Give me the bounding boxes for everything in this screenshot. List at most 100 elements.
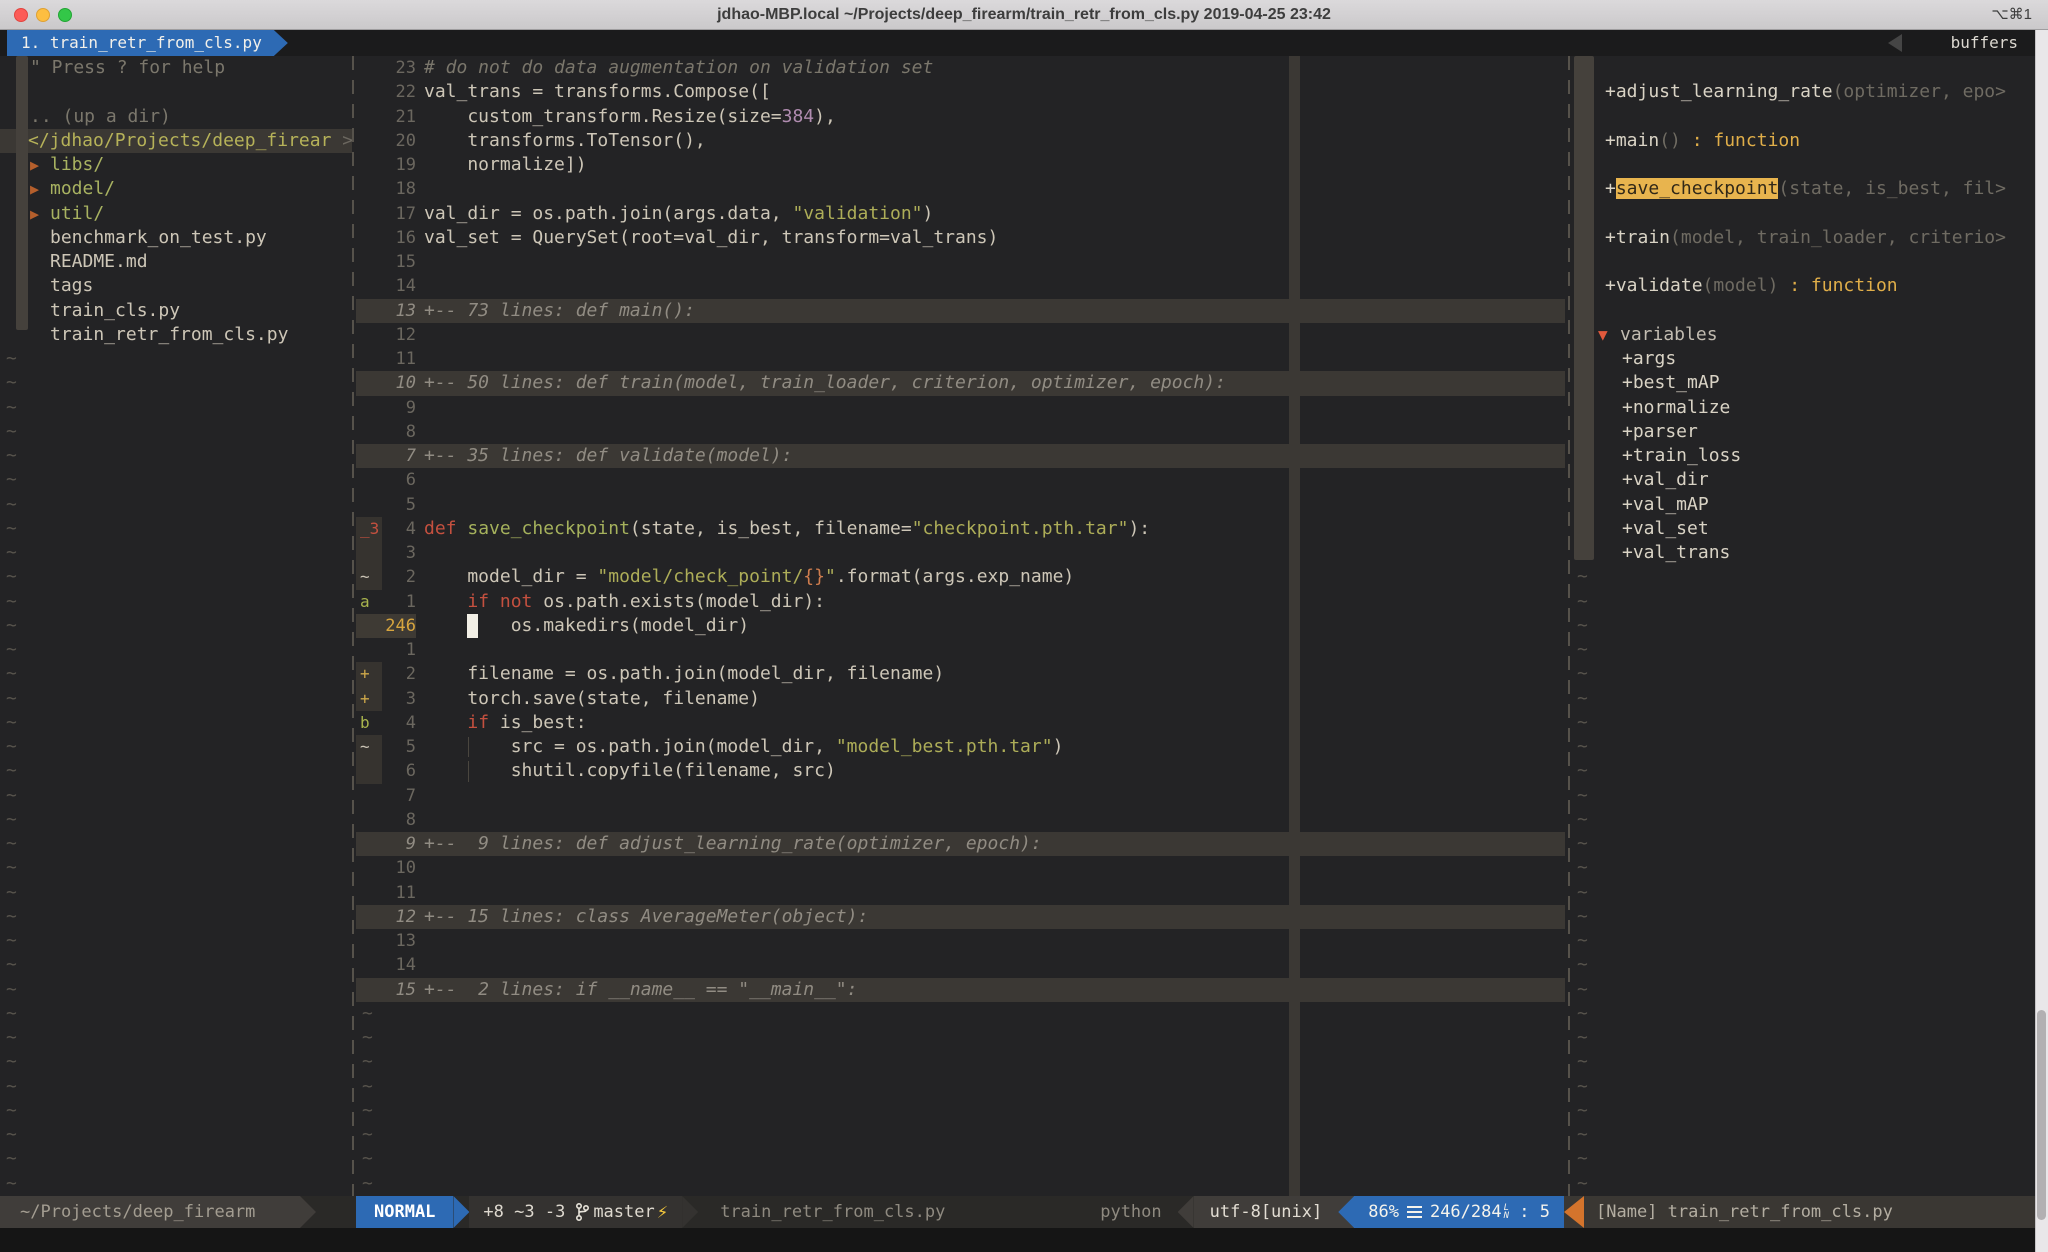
tagbar-scrollbar-thumb[interactable] — [1574, 56, 1594, 560]
code-line-text: transforms.ToTensor(), — [424, 129, 706, 153]
code-line[interactable]: +3 torch.save(state, filename) — [356, 687, 1568, 711]
empty-line-tilde: ~ — [0, 978, 352, 1002]
code-line[interactable]: 13+-- 73 lines: def main(): — [356, 299, 1568, 323]
tree-dir-model[interactable]: ▶model/ — [0, 177, 352, 201]
code-line[interactable]: 23# do not do data augmentation on valid… — [356, 56, 1568, 80]
tree-file-benchmark_on_testpy[interactable]: benchmark_on_test.py — [0, 226, 352, 250]
tree-file-train_retr_from_clspy[interactable]: train_retr_from_cls.py — [0, 323, 352, 347]
empty-line-tilde: ~ — [1572, 905, 2036, 929]
code-line[interactable]: _34def save_checkpoint(state, is_best, f… — [356, 517, 1568, 541]
code-line[interactable]: 7+-- 35 lines: def validate(model): — [356, 444, 1568, 468]
tree-up-dir[interactable]: .. (up a dir) — [0, 105, 352, 129]
code-line[interactable]: 6 — [356, 468, 1568, 492]
tree-file-READMEmd[interactable]: README.md — [0, 250, 352, 274]
buffers-arrow-icon — [1888, 34, 1902, 52]
tagbar-variable-item[interactable]: +parser — [1572, 420, 2036, 444]
code-line[interactable]: ~2 model_dir = "model/check_point/{}".fo… — [356, 565, 1568, 589]
code-line[interactable]: 18 — [356, 177, 1568, 201]
tagbar-variable-item[interactable]: +best_mAP — [1572, 371, 2036, 395]
statusline: ~/Projects/deep_firearm NORMAL +8 ~3 -3 … — [0, 1196, 2048, 1228]
code-line[interactable]: 246 os.makedirs(model_dir) — [356, 614, 1568, 638]
gutter-sign: ~ — [360, 737, 370, 756]
fold-header[interactable]: 12+-- 15 lines: class AverageMeter(objec… — [356, 905, 1565, 929]
tree-dir-util[interactable]: ▶util/ — [0, 202, 352, 226]
code-line[interactable]: 11 — [356, 347, 1568, 371]
empty-line-tilde: ~ — [0, 856, 352, 880]
code-line[interactable]: 12+-- 15 lines: class AverageMeter(objec… — [356, 905, 1568, 929]
window-separator-right[interactable] — [1568, 56, 1570, 1196]
tagbar-variable-item[interactable]: +train_loss — [1572, 444, 2036, 468]
empty-line-tilde: ~ — [356, 1172, 1568, 1196]
window-separator-left[interactable] — [352, 56, 354, 1196]
code-line[interactable]: 1 — [356, 638, 1568, 662]
tagbar-variable-item[interactable]: +val_trans — [1572, 541, 2036, 565]
code-line[interactable]: 12 — [356, 323, 1568, 347]
titlebar: jdhao-MBP.local ~/Projects/deep_firearm/… — [0, 0, 2048, 30]
code-line[interactable]: 22val_trans = transforms.Compose([ — [356, 80, 1568, 104]
code-line[interactable]: 11 — [356, 881, 1568, 905]
fold-header[interactable]: 10+-- 50 lines: def train(model, train_l… — [356, 371, 1565, 395]
line-number: 11 — [382, 881, 416, 905]
code-line[interactable]: 8 — [356, 420, 1568, 444]
code-line[interactable]: 6 shutil.copyfile(filename, src) — [356, 759, 1568, 783]
code-line[interactable]: 14 — [356, 274, 1568, 298]
tagbar-variable-item[interactable]: +args — [1572, 347, 2036, 371]
tagbar-variable-item[interactable]: +val_mAP — [1572, 493, 2036, 517]
code-line[interactable]: b4 if is_best: — [356, 711, 1568, 735]
code-line[interactable]: +2 filename = os.path.join(model_dir, fi… — [356, 662, 1568, 686]
nerdtree-scrollbar-thumb[interactable] — [16, 56, 28, 330]
tab-active[interactable]: 1. train_retr_from_cls.py — [7, 30, 288, 56]
tree-file-tags[interactable]: tags — [0, 274, 352, 298]
sign-column-cell: a — [356, 590, 382, 614]
code-line[interactable]: a1 if not os.path.exists(model_dir): — [356, 590, 1568, 614]
code-line[interactable]: 10+-- 50 lines: def train(model, train_l… — [356, 371, 1568, 395]
sign-column-cell: ~ — [356, 565, 382, 589]
code-line[interactable]: 20 transforms.ToTensor(), — [356, 129, 1568, 153]
fold-header[interactable]: 13+-- 73 lines: def main(): — [356, 299, 1565, 323]
tagbar-section-variables[interactable]: ▼variables — [1572, 323, 2036, 347]
buffers-label: buffers — [1951, 30, 2018, 56]
code-line[interactable]: 10 — [356, 856, 1568, 880]
code-line[interactable]: 15 — [356, 250, 1568, 274]
code-line[interactable]: 5 — [356, 493, 1568, 517]
fold-header[interactable]: 7+-- 35 lines: def validate(model): — [356, 444, 1565, 468]
tree-file-train_clspy[interactable]: train_cls.py — [0, 299, 352, 323]
code-token — [424, 591, 467, 612]
sign-column-cell — [356, 978, 382, 1002]
code-line[interactable]: 21 custom_transform.Resize(size=384), — [356, 105, 1568, 129]
code-line[interactable]: 15+-- 2 lines: if __name__ == "__main__"… — [356, 978, 1568, 1002]
tree-dir-libs[interactable]: ▶libs/ — [0, 153, 352, 177]
tagbar-function-item[interactable]: +save_checkpoint(state, is_best, fil> — [1572, 177, 2036, 201]
tagbar-function-item[interactable]: +validate(model) : function — [1572, 274, 2036, 298]
tree-root-path[interactable]: </jdhao/Projects/deep_firear > — [0, 129, 352, 153]
tagbar-variable-item[interactable]: +val_dir — [1572, 468, 2036, 492]
fold-header[interactable]: 15+-- 2 lines: if __name__ == "__main__"… — [356, 978, 1565, 1002]
tagbar-function-item[interactable]: +adjust_learning_rate(optimizer, epo> — [1572, 80, 2036, 104]
code-line[interactable]: 17val_dir = os.path.join(args.data, "val… — [356, 202, 1568, 226]
tagbar-variable-item[interactable]: +normalize — [1572, 396, 2036, 420]
code-line[interactable]: 9+-- 9 lines: def adjust_learning_rate(o… — [356, 832, 1568, 856]
empty-line-tilde: ~ — [1572, 1050, 2036, 1074]
code-line[interactable]: 7 — [356, 784, 1568, 808]
code-line[interactable]: 8 — [356, 808, 1568, 832]
code-line[interactable]: 13 — [356, 929, 1568, 953]
code-line[interactable]: 19 normalize]) — [356, 153, 1568, 177]
sign-column-cell — [356, 420, 382, 444]
code-line[interactable]: ~5 src = os.path.join(model_dir, "model_… — [356, 735, 1568, 759]
code-line[interactable]: 16val_set = QuerySet(root=val_dir, trans… — [356, 226, 1568, 250]
tagbar-function-item[interactable]: +train(model, train_loader, criterio> — [1572, 226, 2036, 250]
fold-header[interactable]: 9+-- 9 lines: def adjust_learning_rate(o… — [356, 832, 1565, 856]
line-number: 8 — [382, 808, 416, 832]
right-scrollbar[interactable] — [2035, 30, 2048, 1252]
code-line[interactable]: 9 — [356, 396, 1568, 420]
tagbar-function-item[interactable]: +main() : function — [1572, 129, 2036, 153]
line-number: 9 — [382, 832, 416, 856]
code-line[interactable]: 3 — [356, 541, 1568, 565]
sign-column-cell — [356, 250, 382, 274]
code-token: save_checkpoint — [467, 518, 630, 539]
right-scrollbar-thumb[interactable] — [2037, 1010, 2046, 1220]
code-line[interactable]: 14 — [356, 953, 1568, 977]
tree-help-hint[interactable]: " Press ? for help — [0, 56, 352, 80]
command-line[interactable] — [0, 1228, 2048, 1252]
tagbar-variable-item[interactable]: +val_set — [1572, 517, 2036, 541]
